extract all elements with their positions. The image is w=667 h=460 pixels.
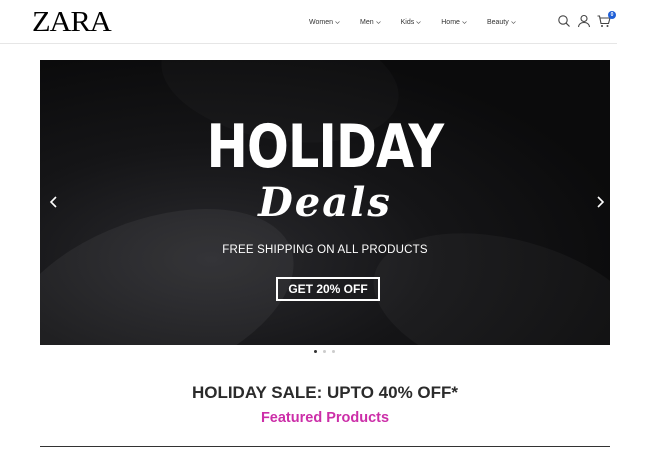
carousel-prev-button[interactable] <box>46 194 62 210</box>
header-icons: 0 <box>557 11 617 28</box>
chevron-down-icon <box>462 20 467 24</box>
carousel-indicators <box>314 350 341 353</box>
featured-products-heading: Featured Products <box>260 410 390 426</box>
nav-item-label: Kids <box>400 18 415 26</box>
carousel-dot[interactable] <box>332 350 335 353</box>
nav-item-label: Beauty <box>486 18 509 26</box>
main-nav: Women Men Kids Home Beauty <box>309 16 536 28</box>
sale-heading: HOLIDAY SALE: UPTO 40% OFF* <box>191 383 459 402</box>
search-icon <box>558 15 570 27</box>
logo[interactable]: ZARA <box>32 6 112 38</box>
hero-title: HOLIDAY <box>206 112 445 182</box>
chevron-right-icon <box>597 196 605 208</box>
nav-item-label: Men <box>360 18 374 26</box>
hero-script-title: Deals <box>258 179 392 226</box>
user-icon <box>577 14 591 28</box>
cart-count-badge: 0 <box>608 11 616 19</box>
account-button[interactable] <box>577 14 591 28</box>
chevron-down-icon <box>375 20 381 24</box>
nav-item-label: Home <box>441 18 460 26</box>
nav-item-beauty[interactable]: Beauty <box>487 16 516 28</box>
chevron-down-icon <box>511 20 516 24</box>
nav-item-home[interactable]: Home <box>441 16 467 28</box>
carousel-dot[interactable] <box>314 350 317 353</box>
nav-item-women[interactable]: Women <box>309 16 340 28</box>
hero-carousel[interactable]: HOLIDAY Deals FREE SHIPPING ON ALL PRODU… <box>40 60 610 345</box>
nav-item-label: Women <box>309 18 333 26</box>
search-button[interactable] <box>557 14 571 28</box>
chevron-down-icon <box>335 20 340 24</box>
section-divider <box>40 446 610 447</box>
hero-cta-button[interactable]: GET 20% OFF <box>276 277 380 301</box>
chevron-left-icon <box>49 196 57 208</box>
nav-item-kids[interactable]: Kids <box>401 16 422 28</box>
chevron-down-icon <box>416 20 421 24</box>
nav-item-men[interactable]: Men <box>360 16 381 28</box>
cart-button[interactable]: 0 <box>597 11 616 28</box>
carousel-dot[interactable] <box>323 350 326 353</box>
hero-subtitle: FREE SHIPPING ON ALL PRODUCTS <box>222 244 428 256</box>
site-header: ZARA Women Men Kids Home Beauty 0 <box>0 0 617 44</box>
carousel-next-button[interactable] <box>592 194 608 210</box>
